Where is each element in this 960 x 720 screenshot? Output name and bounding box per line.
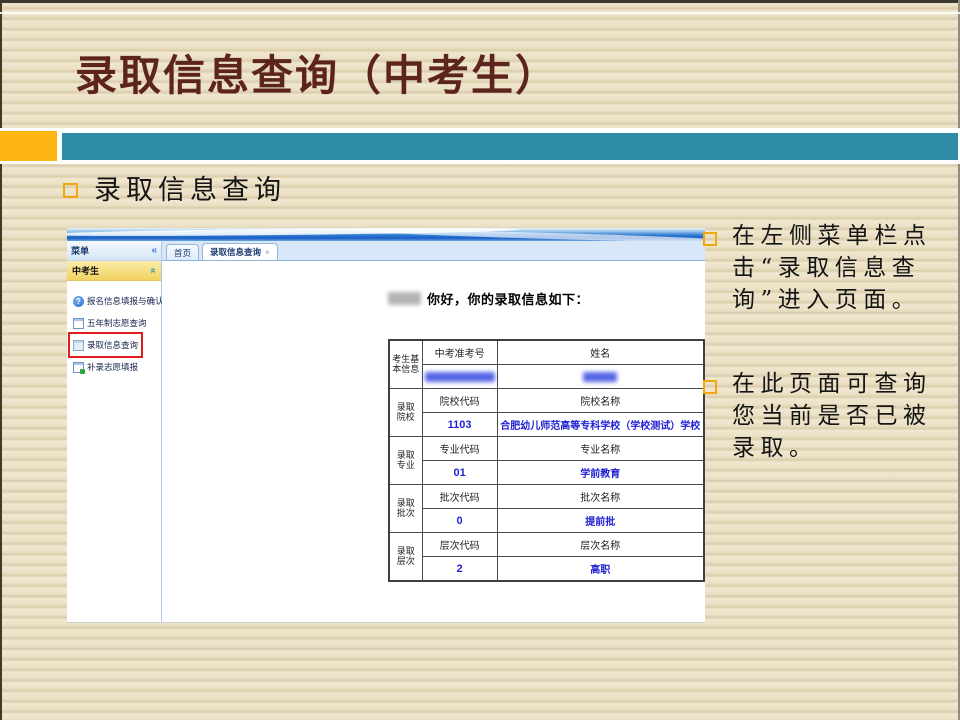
label-line: 专业 bbox=[392, 461, 420, 471]
bullet-square-icon bbox=[63, 183, 78, 198]
menu-item[interactable]: 录取信息查询 bbox=[70, 334, 141, 356]
row-group-label: 录取院校 bbox=[389, 389, 422, 437]
header-cell: 院校名称 bbox=[497, 389, 704, 413]
tab-strip: 首页 录取信息查询 × bbox=[162, 241, 705, 261]
header-cell: 中考准考号 bbox=[422, 340, 497, 365]
menu-item[interactable]: 五年制志愿查询 bbox=[70, 312, 150, 334]
header-cell: 层次名称 bbox=[497, 533, 704, 557]
help-icon bbox=[73, 296, 84, 307]
menu-item[interactable]: 补录志愿填报 bbox=[70, 356, 141, 378]
section-heading: 录取信息查询 bbox=[94, 168, 286, 207]
table-row: 录取批次批次代码批次名称 bbox=[389, 485, 704, 509]
row-group-label: 录取专业 bbox=[389, 437, 422, 485]
tab-label: 录取信息查询 bbox=[210, 246, 261, 258]
header-cell: 批次代码 bbox=[422, 485, 497, 509]
greeting-text: 你好，你的录取信息如下： bbox=[427, 289, 589, 308]
bullet-square-icon bbox=[703, 232, 717, 246]
note-1: 在左侧菜单栏点击“录取信息查询”进入页面。 bbox=[701, 220, 953, 316]
table-row: 2高职 bbox=[389, 557, 704, 582]
accent-orange-block bbox=[0, 131, 57, 161]
header-cell: 层次代码 bbox=[422, 533, 497, 557]
chevron-up-icon: « bbox=[148, 268, 159, 274]
table-row: 录取院校院校代码院校名称 bbox=[389, 389, 704, 413]
table-row: 录取层次层次代码层次名称 bbox=[389, 533, 704, 557]
menu-item[interactable]: 报名信息填报与确认 bbox=[70, 290, 167, 312]
menu-item-label: 五年制志愿查询 bbox=[87, 317, 147, 329]
table-row: 1103合肥幼儿师范高等专科学校（学校测试）学校 bbox=[389, 413, 704, 437]
slide-top-edge bbox=[0, 0, 960, 3]
row-group-label: 录取层次 bbox=[389, 533, 422, 582]
value-cell bbox=[422, 365, 497, 389]
menu-header: 菜单 « bbox=[67, 241, 161, 261]
slide: 录取信息查询（中考生） 录取信息查询 菜单 « 中考生 « 报名信息填报与确认五… bbox=[0, 0, 960, 720]
header-cell: 姓名 bbox=[497, 340, 704, 365]
header-cell: 专业代码 bbox=[422, 437, 497, 461]
menu-header-label: 菜单 bbox=[71, 244, 89, 257]
tab-label: 首页 bbox=[174, 247, 191, 259]
table-row: 考生基本信息中考准考号姓名 bbox=[389, 340, 704, 365]
value-cell: 0 bbox=[422, 509, 497, 533]
note-2: 在此页面可查询您当前是否已被录取。 bbox=[701, 368, 953, 464]
label-line: 院校 bbox=[392, 413, 420, 423]
note-1-text: 在左侧菜单栏点击“录取信息查询”进入页面。 bbox=[732, 220, 951, 316]
accent-strip bbox=[0, 128, 960, 164]
sidebar-menu: 菜单 « 中考生 « 报名信息填报与确认五年制志愿查询录取信息查询补录志愿填报 bbox=[67, 241, 162, 622]
value-cell: 高职 bbox=[497, 557, 704, 582]
table-row: 录取专业专业代码专业名称 bbox=[389, 437, 704, 461]
admission-info-table: 考生基本信息中考准考号姓名录取院校院校代码院校名称1103合肥幼儿师范高等专科学… bbox=[388, 339, 705, 582]
value-cell: 合肥幼儿师范高等专科学校（学校测试）学校 bbox=[497, 413, 704, 437]
table-row bbox=[389, 365, 704, 389]
value-cell: 提前批 bbox=[497, 509, 704, 533]
app-banner-swoosh bbox=[67, 228, 705, 241]
accent-teal-bar bbox=[62, 133, 958, 160]
table-row: 01学前教育 bbox=[389, 461, 704, 485]
label-line: 本信息 bbox=[392, 365, 420, 375]
menu-section-header[interactable]: 中考生 « bbox=[67, 261, 161, 281]
value-cell: 01 bbox=[422, 461, 497, 485]
header-cell: 院校代码 bbox=[422, 389, 497, 413]
label-line: 批次 bbox=[392, 509, 420, 519]
slide-left-edge bbox=[0, 0, 2, 720]
bullet-square-icon bbox=[703, 380, 717, 394]
value-cell: 1103 bbox=[422, 413, 497, 437]
content-area: 首页录取信息查询× 你好，你的录取信息如下： 考生基本信息中考准考号姓名录取院校… bbox=[162, 241, 705, 622]
redacted-name bbox=[388, 292, 421, 305]
collapse-menu-icon[interactable]: « bbox=[151, 245, 157, 256]
value-cell: 学前教育 bbox=[497, 461, 704, 485]
tab[interactable]: 首页 bbox=[166, 244, 199, 260]
value-cell: 2 bbox=[422, 557, 497, 582]
form-icon bbox=[73, 318, 84, 329]
menu-item-label: 补录志愿填报 bbox=[87, 361, 138, 373]
table-row: 0提前批 bbox=[389, 509, 704, 533]
close-tab-icon[interactable]: × bbox=[265, 248, 270, 257]
menu-items: 报名信息填报与确认五年制志愿查询录取信息查询补录志愿填报 bbox=[67, 281, 161, 378]
result-page: 你好，你的录取信息如下： 考生基本信息中考准考号姓名录取院校院校代码院校名称11… bbox=[162, 261, 705, 622]
tab[interactable]: 录取信息查询 × bbox=[202, 243, 278, 260]
row-group-label: 录取批次 bbox=[389, 485, 422, 533]
greeting-line: 你好，你的录取信息如下： bbox=[388, 289, 589, 308]
label-line: 层次 bbox=[392, 557, 420, 567]
header-cell: 批次名称 bbox=[497, 485, 704, 509]
menu-item-label: 报名信息填报与确认 bbox=[87, 295, 164, 307]
query-form-icon bbox=[73, 340, 84, 351]
menu-item-label: 录取信息查询 bbox=[87, 339, 138, 351]
value-cell bbox=[497, 365, 704, 389]
row-group-label: 考生基本信息 bbox=[389, 340, 422, 389]
page-title: 录取信息查询（中考生） bbox=[75, 42, 559, 103]
note-2-text: 在此页面可查询您当前是否已被录取。 bbox=[732, 368, 951, 464]
menu-section-label: 中考生 bbox=[72, 264, 99, 277]
top-divider-line bbox=[0, 12, 960, 14]
app-screenshot: 菜单 « 中考生 « 报名信息填报与确认五年制志愿查询录取信息查询补录志愿填报 … bbox=[67, 228, 705, 623]
redacted-value bbox=[583, 372, 617, 382]
header-cell: 专业名称 bbox=[497, 437, 704, 461]
form-add-icon bbox=[73, 362, 84, 373]
redacted-value bbox=[425, 372, 495, 382]
